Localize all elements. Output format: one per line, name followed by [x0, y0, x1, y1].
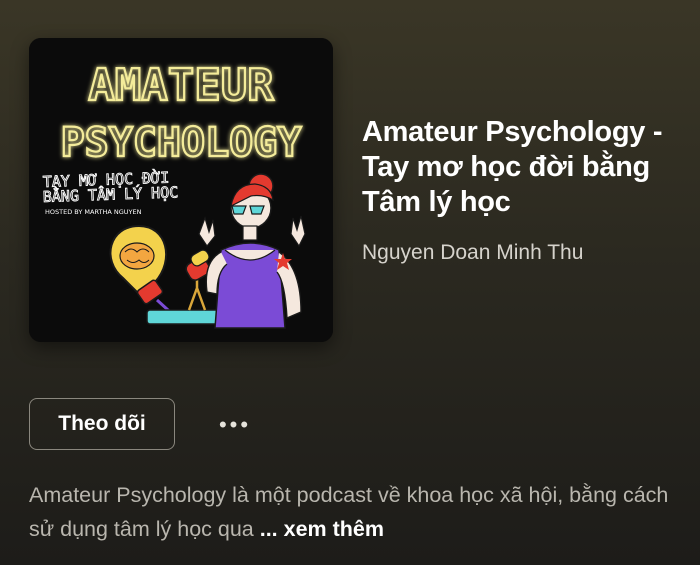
cover-title-line2: PSYCHOLOGY: [61, 120, 302, 166]
podcast-cover-art[interactable]: AMATEUR PSYCHOLOGY TAY MƠ HỌC ĐỜI BẰNG T…: [29, 38, 333, 342]
more-options-icon[interactable]: •••: [212, 412, 258, 437]
follow-button[interactable]: Theo dõi: [29, 398, 175, 450]
cover-artwork: AMATEUR PSYCHOLOGY TAY MƠ HỌC ĐỜI BẰNG T…: [29, 38, 333, 342]
podcast-author[interactable]: Nguyen Doan Minh Thu: [362, 240, 682, 266]
cover-title-line1: AMATEUR: [88, 60, 274, 111]
description-ellipsis: ...: [259, 517, 278, 541]
cover-hosted-by: HOSTED BY MARTHA NGUYEN: [45, 208, 142, 216]
podcast-description: Amateur Psychology là một podcast về kho…: [29, 478, 679, 546]
see-more-link[interactable]: xem thêm: [284, 517, 384, 541]
podcast-title: Amateur Psychology - Tay mơ học đời bằng…: [362, 116, 663, 218]
podcast-info: Amateur Psychology - Tay mơ học đời bằng…: [362, 115, 682, 266]
